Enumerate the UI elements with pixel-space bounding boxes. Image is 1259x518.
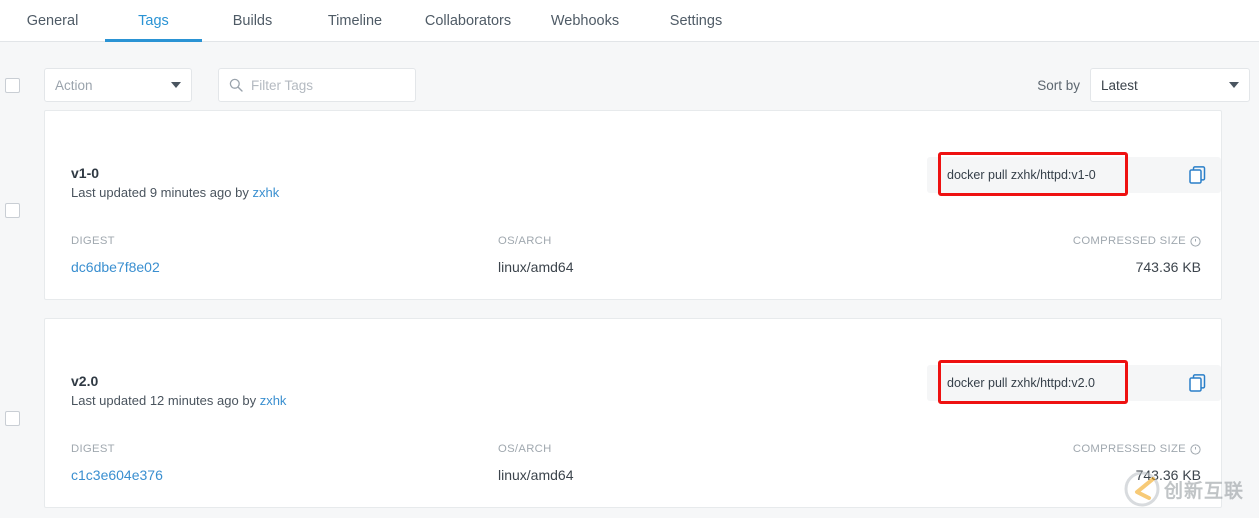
pull-command-bar: docker pull zxhk/httpd:v2.0 <box>927 365 1221 401</box>
updated-by-user-link[interactable]: zxhk <box>252 185 279 200</box>
sort-by-label: Sort by <box>1037 77 1080 93</box>
sort-control: Sort by Latest <box>1037 68 1250 102</box>
tab-general-label: General <box>26 12 79 29</box>
sort-dropdown[interactable]: Latest <box>1090 68 1250 102</box>
tab-underline-active <box>105 38 202 42</box>
tab-underline <box>407 39 529 42</box>
tab-underline <box>303 39 407 42</box>
osarch-column-header: OS/ARCH <box>498 443 552 455</box>
copy-icon <box>1188 374 1205 392</box>
action-dropdown-label: Action <box>55 77 93 93</box>
select-all-checkbox[interactable] <box>5 78 20 93</box>
tag-card: v2.0 Last updated 12 minutes ago by zxhk… <box>44 318 1222 508</box>
tab-tags[interactable]: Tags <box>105 0 202 42</box>
digest-link[interactable]: c1c3e604e376 <box>71 467 163 483</box>
copy-button[interactable] <box>1173 365 1221 401</box>
tab-settings[interactable]: Settings <box>641 0 751 42</box>
pull-command-text[interactable]: docker pull zxhk/httpd:v1-0 <box>927 168 1173 182</box>
tab-settings-label: Settings <box>669 12 723 29</box>
updated-by-word: by <box>242 393 257 408</box>
tab-tags-label: Tags <box>138 12 169 29</box>
tab-webhooks[interactable]: Webhooks <box>529 0 641 42</box>
tab-underline <box>529 39 641 42</box>
compressed-size-column-header: COMPRESSED SIZE <box>1073 443 1201 455</box>
tab-collaborators-label: Collaborators <box>424 12 512 29</box>
osarch-value: linux/amd64 <box>498 467 574 483</box>
tag-name: v2.0 <box>71 373 99 389</box>
tags-page: General Tags Builds Timeline Collaborato… <box>0 0 1259 518</box>
chevron-down-icon <box>171 82 181 88</box>
tab-webhooks-label: Webhooks <box>550 12 620 29</box>
osarch-column-header: OS/ARCH <box>498 235 552 247</box>
compressed-size-value: 743.36 KB <box>1135 467 1201 483</box>
updated-by-user-link[interactable]: zxhk <box>260 393 287 408</box>
pull-command-bar: docker pull zxhk/httpd:v1-0 <box>927 157 1221 193</box>
updated-prefix: Last updated <box>71 185 147 200</box>
filter-tags-placeholder: Filter Tags <box>251 77 314 93</box>
digest-value: dc6dbe7f8e02 <box>71 259 160 275</box>
filter-tags-input[interactable]: Filter Tags <box>218 68 416 102</box>
updated-prefix: Last updated <box>71 393 147 408</box>
tag-updated-info: Last updated 9 minutes ago by zxhk <box>71 185 279 200</box>
repository-tabs: General Tags Builds Timeline Collaborato… <box>0 0 1259 42</box>
info-icon[interactable] <box>1190 235 1201 247</box>
compressed-size-label: COMPRESSED SIZE <box>1072 443 1186 455</box>
osarch-value: linux/amd64 <box>498 259 574 275</box>
tag-updated-info: Last updated 12 minutes ago by zxhk <box>71 393 286 408</box>
copy-icon <box>1188 166 1205 184</box>
compressed-size-label: COMPRESSED SIZE <box>1072 235 1186 247</box>
row-checkbox[interactable] <box>5 203 20 218</box>
copy-button[interactable] <box>1173 157 1221 193</box>
compressed-size-column-header: COMPRESSED SIZE <box>1073 235 1201 247</box>
updated-when: 9 minutes ago <box>149 185 232 200</box>
tab-general[interactable]: General <box>0 0 105 42</box>
digest-column-header: DIGEST <box>71 235 115 247</box>
action-dropdown[interactable]: Action <box>44 68 192 102</box>
tab-underline <box>202 39 303 42</box>
chevron-down-icon <box>1229 82 1239 88</box>
info-icon[interactable] <box>1190 443 1201 455</box>
digest-value: c1c3e604e376 <box>71 467 163 483</box>
tab-underline <box>0 39 105 42</box>
updated-by-word: by <box>235 185 249 200</box>
digest-link[interactable]: dc6dbe7f8e02 <box>71 259 160 275</box>
row-checkbox[interactable] <box>5 411 20 426</box>
compressed-size-value: 743.36 KB <box>1135 259 1201 275</box>
tab-builds[interactable]: Builds <box>202 0 303 42</box>
search-icon <box>229 78 243 92</box>
tab-underline <box>641 39 751 42</box>
pull-command-text[interactable]: docker pull zxhk/httpd:v2.0 <box>927 376 1173 390</box>
tag-name: v1-0 <box>71 165 100 181</box>
updated-when: 12 minutes ago <box>149 393 239 408</box>
digest-column-header: DIGEST <box>71 443 115 455</box>
tag-card: v1-0 Last updated 9 minutes ago by zxhk … <box>44 110 1222 300</box>
tab-timeline-label: Timeline <box>327 12 383 29</box>
tab-collaborators[interactable]: Collaborators <box>407 0 529 42</box>
sort-dropdown-value: Latest <box>1101 77 1138 93</box>
tab-builds-label: Builds <box>232 12 273 29</box>
tab-timeline[interactable]: Timeline <box>303 0 407 42</box>
